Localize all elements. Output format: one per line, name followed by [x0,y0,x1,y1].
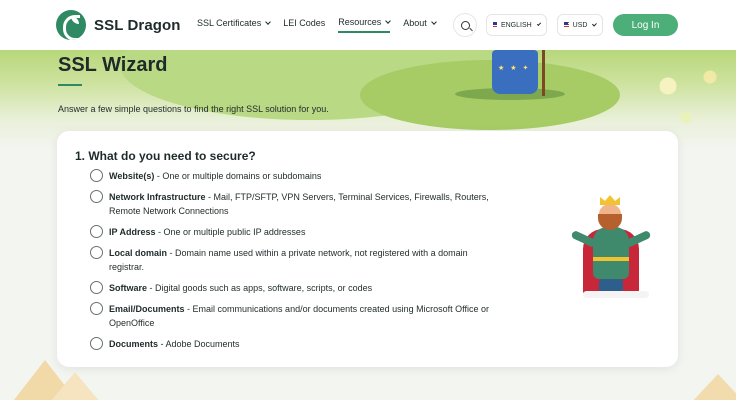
nav-item-lei-codes[interactable]: LEI Codes [283,17,325,33]
language-label: ENGLISH [500,21,532,29]
chevron-down-icon [265,19,272,25]
decor-hill [690,374,736,400]
brand-name: SSL Dragon [94,16,181,34]
radio-button[interactable] [90,190,103,203]
site-header: SSL Dragon SSL Certificates LEI Codes Re… [0,0,736,50]
radio-button[interactable] [90,337,103,350]
us-flag-icon [564,22,569,28]
chevron-down-icon [536,21,542,27]
nav-label: Resources [338,17,382,27]
option-network-infrastructure[interactable]: Network Infrastructure - Mail, FTP/SFTP,… [90,190,499,218]
option-text: Network Infrastructure - Mail, FTP/SFTP,… [109,190,499,218]
search-button[interactable] [453,13,477,37]
nav-item-resources[interactable]: Resources [338,17,392,33]
chevron-down-icon [385,18,392,24]
option-name: IP Address [109,227,156,237]
option-email-documents[interactable]: Email/Documents - Email communications a… [90,302,509,330]
option-name: Network Infrastructure [109,192,206,202]
bottom-decoration [0,350,736,400]
chevron-down-icon [592,21,598,27]
option-ip-address[interactable]: IP Address - One or multiple public IP a… [90,225,509,239]
option-text: Local domain - Domain name used within a… [109,246,489,274]
nav-label: About [403,18,427,28]
language-selector[interactable]: ENGLISH [486,14,547,36]
question-title: 1. What do you need to secure? [75,149,256,163]
nav-label: LEI Codes [283,18,326,28]
us-flag-icon [493,22,497,28]
option-name: Software [109,283,148,293]
nav-item-about[interactable]: About [403,17,437,33]
logo[interactable]: SSL Dragon [56,10,181,40]
option-name: Documents [109,339,159,349]
option-websites[interactable]: Website(s) - One or multiple domains or … [90,169,509,183]
king-cape-trim [583,291,649,298]
option-local-domain[interactable]: Local domain - Domain name used within a… [90,246,489,274]
option-documents[interactable]: Documents - Adobe Documents [90,337,509,351]
option-desc: - Digital goods such as apps, software, … [147,283,373,293]
flowers-illustration [620,50,736,140]
radio-button[interactable] [90,281,103,294]
option-text: Website(s) - One or multiple domains or … [109,169,509,183]
option-text: Software - Digital goods such as apps, s… [109,281,509,295]
option-text: Email/Documents - Email communications a… [109,302,509,330]
radio-button[interactable] [90,169,103,182]
option-text: Documents - Adobe Documents [109,337,509,351]
crown-icon [600,195,620,205]
option-desc: - One or multiple public IP addresses [155,227,306,237]
wizard-illustration [492,50,538,94]
option-name: Local domain [109,248,168,258]
radio-button[interactable] [90,302,103,315]
intro-text: Answer a few simple questions to find th… [58,104,329,114]
search-icon [460,20,470,30]
wizard-staff [542,50,545,96]
radio-button[interactable] [90,225,103,238]
king-illustration [565,195,660,305]
main-nav: SSL Certificates LEI Codes Resources Abo… [197,17,437,33]
option-text: IP Address - One or multiple public IP a… [109,225,509,239]
currency-selector[interactable]: USD [557,14,603,36]
king-belt [593,257,629,261]
title-underline [58,84,82,86]
option-software[interactable]: Software - Digital goods such as apps, s… [90,281,509,295]
option-name: Website(s) [109,171,155,181]
login-button[interactable]: Log In [613,14,678,36]
radio-button[interactable] [90,246,103,259]
nav-label: SSL Certificates [197,18,262,28]
decor-hill [50,372,100,400]
chevron-down-icon [430,19,437,25]
page-title: SSL Wizard [58,54,168,76]
option-desc: - Adobe Documents [158,339,240,349]
dragon-logo-icon [56,10,86,40]
option-desc: - One or multiple domains or subdomains [154,171,322,181]
king-body [593,227,629,279]
currency-label: USD [572,21,588,29]
nav-item-ssl-certificates[interactable]: SSL Certificates [197,17,272,33]
option-name: Email/Documents [109,304,185,314]
